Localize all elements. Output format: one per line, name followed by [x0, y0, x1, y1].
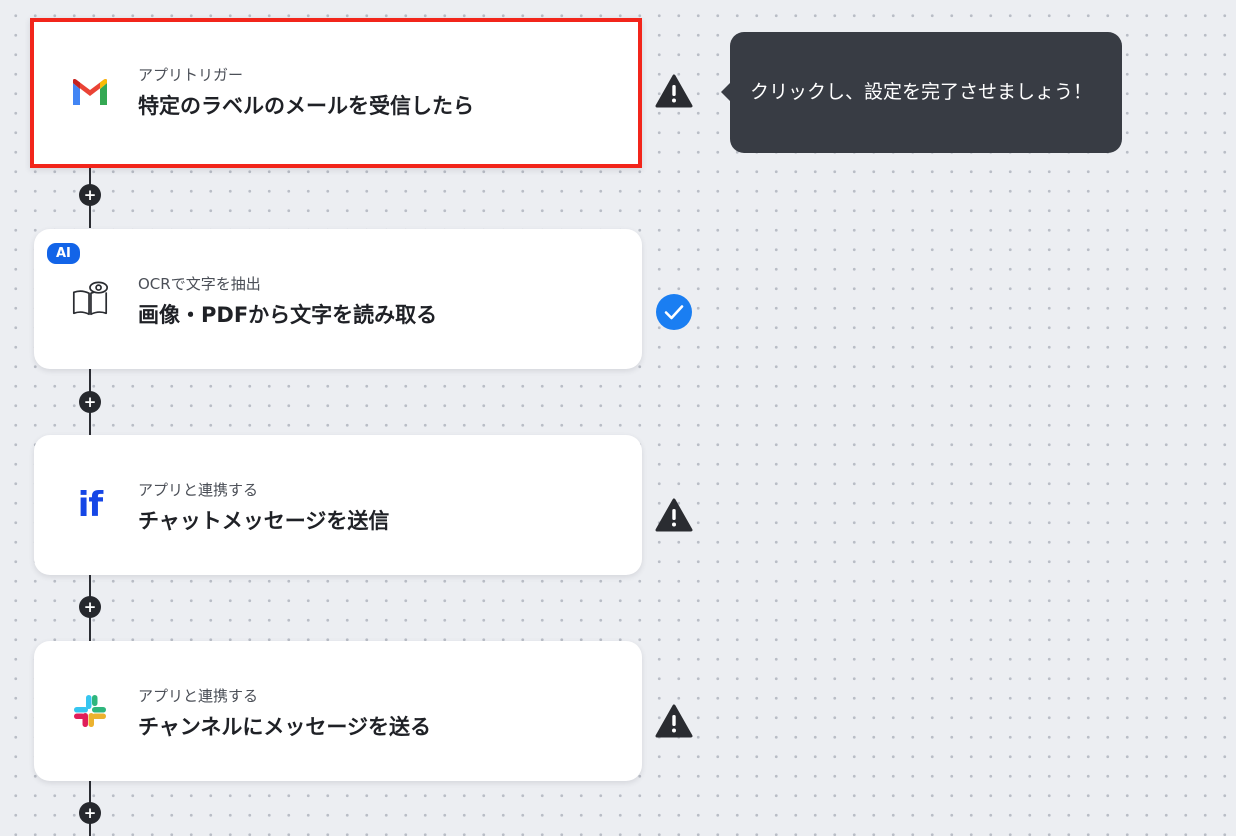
warning-icon[interactable] — [655, 496, 693, 534]
add-step-button[interactable]: + — [79, 184, 101, 206]
if-icon: if — [70, 485, 110, 525]
step-subtitle: アプリと連携する — [138, 687, 259, 705]
book-eye-icon — [70, 279, 110, 319]
slack-icon — [70, 691, 110, 731]
add-step-button[interactable]: + — [79, 391, 101, 413]
step-card-chat-message[interactable]: if アプリと連携する チャットメッセージを送信 — [34, 435, 642, 575]
gmail-icon — [70, 73, 110, 113]
add-step-button[interactable]: + — [79, 802, 101, 824]
step-title: チャットメッセージを送信 — [138, 509, 390, 533]
warning-icon[interactable] — [655, 702, 693, 740]
check-icon[interactable] — [655, 293, 693, 331]
warning-icon[interactable] — [655, 72, 693, 110]
step-subtitle: アプリと連携する — [138, 481, 259, 499]
step-subtitle: OCRで文字を抽出 — [138, 275, 261, 293]
setup-tooltip: クリックし、設定を完了させましょう！ — [721, 32, 1122, 153]
tooltip-text: クリックし、設定を完了させましょう！ — [750, 81, 1093, 103]
step-card-ocr[interactable]: AI OCRで文字を抽出 画像・PDFから文字を読み取る — [34, 229, 642, 369]
if-icon-text: if — [77, 485, 103, 525]
ai-badge: AI — [47, 243, 80, 264]
add-step-button[interactable]: + — [79, 596, 101, 618]
step-title: 画像・PDFから文字を読み取る — [138, 303, 438, 327]
step-card-gmail-trigger[interactable]: アプリトリガー 特定のラベルのメールを受信したら — [30, 18, 642, 168]
step-subtitle: アプリトリガー — [138, 66, 244, 84]
step-title: 特定のラベルのメールを受信したら — [138, 94, 474, 118]
step-title: チャンネルにメッセージを送る — [138, 715, 431, 739]
step-card-slack-message[interactable]: アプリと連携する チャンネルにメッセージを送る — [34, 641, 642, 781]
